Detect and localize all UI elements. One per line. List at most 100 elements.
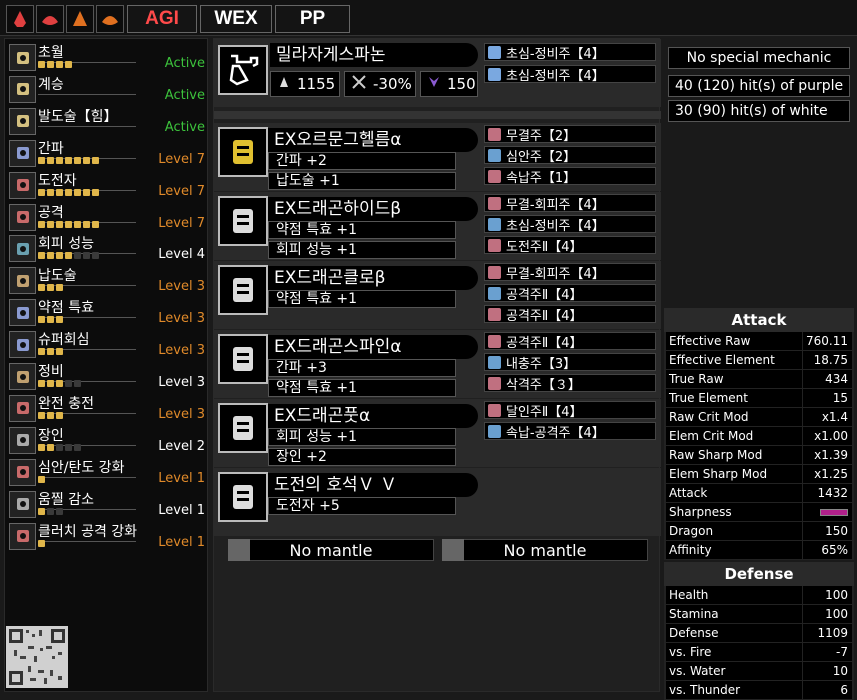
weapon-slot[interactable]: 밀라자게스파논 1155 -30% 150 초심-정비주【4】 초심-정비주【4… <box>214 39 661 107</box>
armor-deco[interactable]: 속납주【1】 <box>484 167 656 186</box>
deco-icon <box>488 238 501 252</box>
level-pip <box>47 220 54 228</box>
armor-deco[interactable]: 도전주Ⅱ【4】 <box>484 236 656 255</box>
skill-level: Level 1 <box>158 502 205 518</box>
armor-deco[interactable]: 공격주Ⅱ【4】 <box>484 284 656 303</box>
deco-icon <box>488 355 501 369</box>
armor-slot[interactable]: EX오르문그헬름α 간파 +2 납도술 +1 무결주【2】 심안주【2】 속납주【1】 <box>214 123 661 191</box>
level-pip <box>56 443 63 451</box>
level-pip <box>38 443 45 451</box>
weapon-attack: 1155 <box>270 71 340 97</box>
armor-deco[interactable]: 심안주【2】 <box>484 146 656 165</box>
armor-deco[interactable]: 초심-정비주【4】 <box>484 215 656 234</box>
skill-level: Level 3 <box>158 406 205 422</box>
armor-slot[interactable]: EX드래곤클로β 약점 특효 +1 무결-회피주【4】 공격주Ⅱ【4】 공격주Ⅱ【4】 <box>214 261 661 329</box>
skill-row[interactable]: 초월 Active <box>7 42 207 72</box>
pp-button[interactable]: PP <box>275 5 350 33</box>
monster-icon-1[interactable] <box>6 5 34 33</box>
attack-row: Raw Crit Mod x1.4 <box>664 408 854 427</box>
skill-row[interactable]: 약점 특효 Level 3 <box>7 297 207 327</box>
top-bar: AGI WEX PP <box>0 0 857 36</box>
attack-row: Affinity 65% <box>664 541 854 560</box>
mantle-tab <box>442 539 464 561</box>
level-pip <box>47 156 54 164</box>
armor-deco[interactable]: 속납-공격주【4】 <box>484 422 656 441</box>
skill-name: 발도술【힘】 <box>38 108 118 125</box>
skill-level: Level 7 <box>158 151 205 167</box>
skill-row[interactable]: 움찔 감소 Level 1 <box>7 489 207 519</box>
armor-slot[interactable]: 도전의 호석Ｖ Ｖ 도전자 +5 <box>214 468 661 536</box>
skill-row[interactable]: 심안/탄도 강화 Level 1 <box>7 457 207 487</box>
level-pip <box>47 411 54 419</box>
armor-deco[interactable]: 무결주【2】 <box>484 125 656 144</box>
stat-value: 100 <box>803 605 852 624</box>
level-pip <box>74 220 81 228</box>
armor-deco[interactable]: 삭격주【３】 <box>484 374 656 393</box>
qr-code <box>6 626 68 688</box>
level-pip <box>65 220 72 228</box>
mantle-tab <box>228 539 250 561</box>
skill-row[interactable]: 계승 Active <box>7 74 207 104</box>
stat-label: vs. Thunder <box>666 681 802 700</box>
weapon-deco-1[interactable]: 초심-정비주【4】 <box>484 43 656 62</box>
stat-label: Raw Crit Mod <box>666 408 802 427</box>
skill-icon <box>9 426 36 454</box>
skill-level: Level 1 <box>158 470 205 486</box>
level-pip <box>38 507 45 515</box>
level-pip <box>83 156 90 164</box>
armor-deco[interactable]: 달인주Ⅱ【4】 <box>484 401 656 420</box>
armor-deco[interactable]: 무결-회피주【4】 <box>484 194 656 213</box>
affinity-icon <box>351 74 367 94</box>
skill-row[interactable]: 정비 Level 3 <box>7 361 207 391</box>
armor-slot[interactable]: EX드래곤하이드β 약점 특효 +1 회피 성능 +1 무결-회피주【4】 초심-정비주… <box>214 192 661 260</box>
skill-row[interactable]: 납도술 Level 3 <box>7 265 207 295</box>
level-pip <box>47 61 54 68</box>
deco-icon <box>488 307 501 321</box>
armor-deco[interactable]: 공격주Ⅱ【4】 <box>484 305 656 324</box>
agi-button[interactable]: AGI <box>127 5 197 33</box>
armor-deco[interactable]: 무결-회피주【4】 <box>484 263 656 282</box>
monster-icon-2[interactable] <box>36 5 64 33</box>
skill-row[interactable]: 도전자 Level 7 <box>7 170 207 200</box>
armor-slot[interactable]: EX드래곤풋α 회피 성능 +1 장인 +2 달인주Ⅱ【4】 속납-공격주【4】 <box>214 399 661 467</box>
level-pip <box>65 61 72 68</box>
level-pip <box>38 380 45 387</box>
skill-icon <box>9 75 36 103</box>
skill-icon <box>9 490 36 518</box>
level-pip <box>38 475 45 483</box>
skill-name: 약점 특효 <box>38 300 94 317</box>
stat-label: Dragon <box>666 522 802 541</box>
skill-row[interactable]: 슈퍼회심 Level 3 <box>7 329 207 359</box>
armor-slot[interactable]: EX드래곤스파인α 간파 +3 약점 특효 +1 공격주Ⅱ【4】 내충주【3】 삭격주【３… <box>214 330 661 398</box>
monster-icon-3[interactable] <box>66 5 94 33</box>
armor-icon <box>218 127 268 177</box>
weapon-deco-2[interactable]: 초심-정비주【4】 <box>484 65 656 84</box>
skill-icon <box>9 171 36 199</box>
skill-row[interactable]: 발도술【힘】 Active <box>7 106 207 136</box>
monster-icon-4[interactable] <box>96 5 124 33</box>
level-pip <box>47 443 54 451</box>
level-pip <box>47 507 54 515</box>
skill-name: 도전자 <box>38 172 77 189</box>
defense-table: Defense Health 100 Stamina 100 Defense 1109 vs… <box>664 562 854 700</box>
level-pip <box>56 380 63 387</box>
level-pip <box>56 61 63 68</box>
wex-button[interactable]: WEX <box>200 5 272 33</box>
skill-level-pips <box>38 379 81 388</box>
armor-deco[interactable]: 내충주【3】 <box>484 353 656 372</box>
skill-row[interactable]: 회피 성능 Level 4 <box>7 233 207 263</box>
defense-row: Stamina 100 <box>664 605 854 624</box>
skill-row[interactable]: 완전 충전 Level 3 <box>7 393 207 423</box>
skill-name: 납도술 <box>38 268 77 285</box>
mantle-slot-2[interactable]: No mantle <box>442 539 648 561</box>
armor-icon <box>218 403 268 453</box>
skill-row[interactable]: 간파 Level 7 <box>7 138 207 168</box>
mantle-slot-1[interactable]: No mantle <box>228 539 434 561</box>
level-pip <box>38 284 45 292</box>
level-pip <box>38 411 45 419</box>
skill-row[interactable]: 공격 Level 7 <box>7 202 207 232</box>
skill-icon <box>9 44 36 71</box>
skill-row[interactable]: 장인 Level 2 <box>7 425 207 455</box>
skill-row[interactable]: 클러치 공격 강화 Level 1 <box>7 521 207 551</box>
armor-deco[interactable]: 공격주Ⅱ【4】 <box>484 332 656 351</box>
